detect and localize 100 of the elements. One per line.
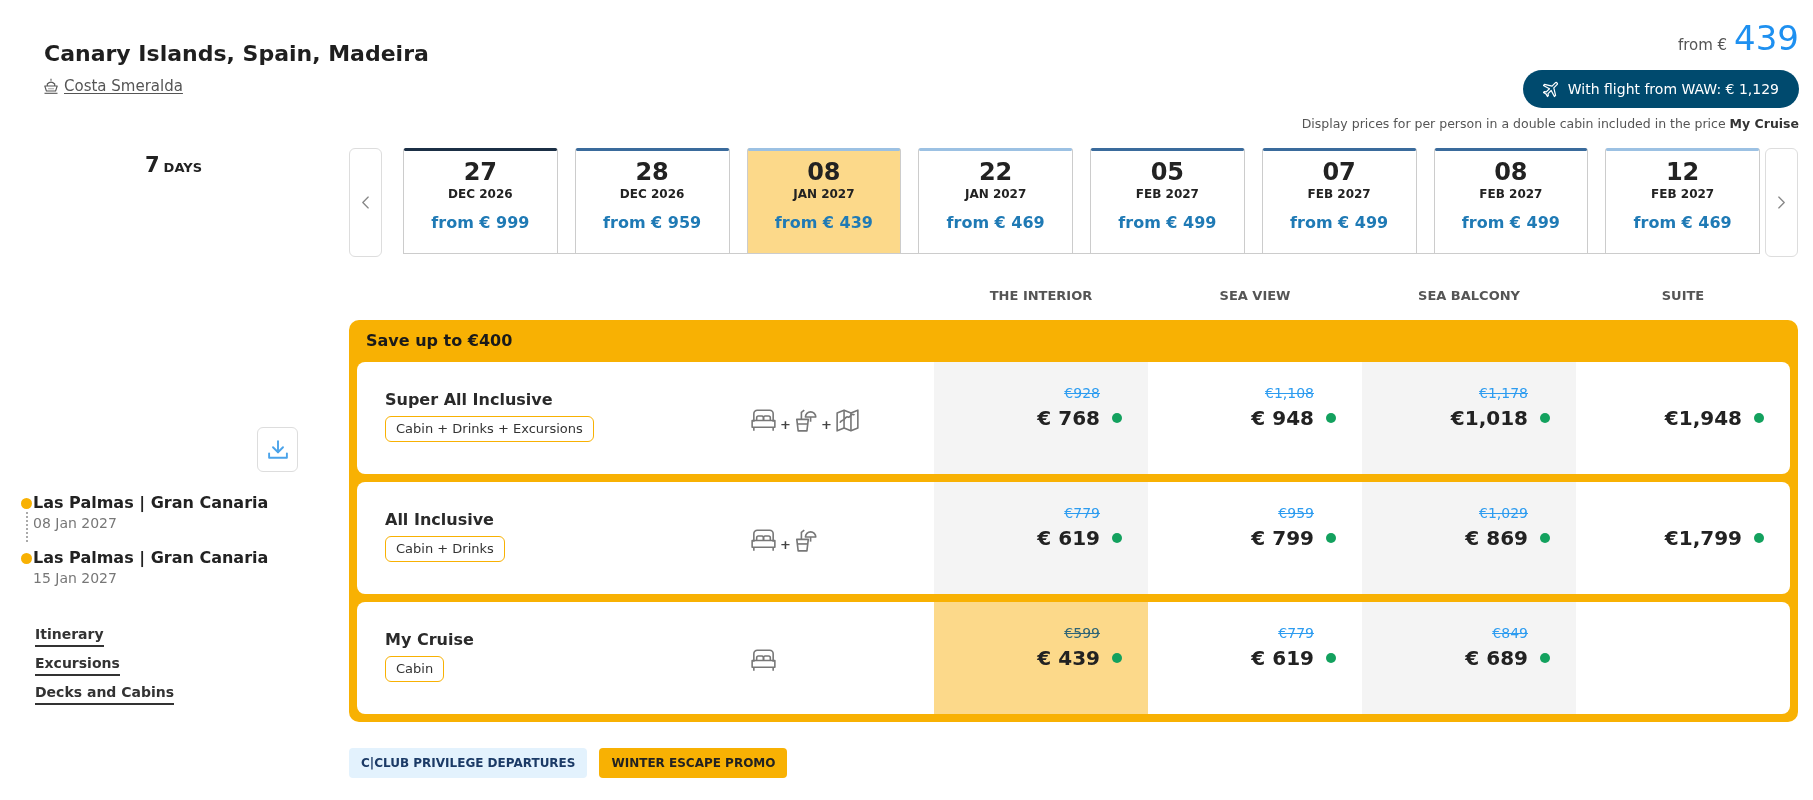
date-tab[interactable]: 28 DEC 2026 from € 959 bbox=[574, 148, 730, 253]
plane-icon bbox=[1542, 80, 1560, 98]
date-price: from € 959 bbox=[603, 212, 702, 234]
price-cell[interactable]: €779 € 619 bbox=[934, 482, 1148, 594]
route-connector bbox=[25, 512, 28, 542]
port-dot-icon bbox=[21, 553, 32, 564]
flight-button[interactable]: With flight from WAW: € 1,129 bbox=[1522, 70, 1799, 108]
price-cell[interactable]: €1,799 bbox=[1576, 482, 1790, 594]
price-cell[interactable]: €1,029 € 869 bbox=[1362, 482, 1576, 594]
section-link[interactable]: Excursions bbox=[35, 654, 120, 676]
date-tab[interactable]: 08 JAN 2027 from € 439 bbox=[746, 148, 902, 253]
date-day: 22 bbox=[978, 158, 1013, 186]
price-cell[interactable]: €959 € 799 bbox=[1148, 482, 1362, 594]
plus-sign: + bbox=[820, 418, 832, 432]
date-day: 12 bbox=[1665, 158, 1700, 186]
fare-price: € 689 bbox=[1465, 645, 1528, 672]
column-header: SEA BALCONY bbox=[1418, 287, 1520, 305]
date-price: from € 469 bbox=[1633, 212, 1732, 234]
port-name: Las Palmas | Gran Canaria bbox=[33, 548, 269, 568]
date-month: FEB 2027 bbox=[1135, 186, 1199, 202]
fare-includes-tag: Cabin + Drinks + Excursions bbox=[385, 416, 594, 442]
fare-price: € 768 bbox=[1037, 405, 1100, 432]
column-header: SUITE bbox=[1661, 287, 1705, 305]
column-header: SEA VIEW bbox=[1219, 287, 1291, 305]
port-date: 08 Jan 2027 bbox=[33, 514, 117, 533]
section-link[interactable]: Itinerary bbox=[35, 625, 104, 647]
price-cell[interactable]: €779 € 619 bbox=[1148, 602, 1362, 714]
date-day: 08 bbox=[807, 158, 841, 186]
date-tab[interactable]: 12 FEB 2027 from € 469 bbox=[1605, 148, 1760, 253]
drink-icon bbox=[794, 528, 817, 552]
date-month: FEB 2027 bbox=[1479, 186, 1543, 202]
date-tab[interactable]: 08 FEB 2027 from € 499 bbox=[1433, 148, 1589, 253]
ship-icon bbox=[44, 78, 58, 94]
club-tag: C|CLUB PRIVILEGE DEPARTURES bbox=[349, 748, 588, 778]
price-cell[interactable]: €1,108 € 948 bbox=[1148, 362, 1362, 474]
price-label: from € bbox=[1677, 35, 1728, 56]
fare-price: €1,948 bbox=[1664, 405, 1742, 432]
date-tab[interactable]: 27 DEC 2026 from € 999 bbox=[403, 148, 558, 253]
date-day: 07 bbox=[1322, 158, 1356, 186]
price-cell[interactable]: €599 € 439 bbox=[934, 602, 1148, 714]
price-cell[interactable]: €1,948 bbox=[1576, 362, 1790, 474]
fare-name: My Cruise bbox=[385, 629, 474, 651]
date-month: DEC 2026 bbox=[448, 186, 513, 202]
savings-title: Save up to €400 bbox=[366, 331, 513, 351]
duration-number: 7 bbox=[145, 152, 160, 178]
chevron-right-icon bbox=[1777, 195, 1786, 210]
fare-name: Super All Inclusive bbox=[385, 389, 553, 411]
ship-link[interactable]: Costa Smeralda bbox=[64, 76, 183, 96]
previous-button[interactable] bbox=[349, 148, 382, 257]
trip-title: Canary Islands, Spain, Madeira bbox=[44, 40, 429, 68]
date-month: JAN 2027 bbox=[964, 186, 1027, 202]
date-price: from € 439 bbox=[774, 212, 873, 234]
date-day: 27 bbox=[463, 158, 498, 186]
price-cell[interactable]: €1,178 €1,018 bbox=[1362, 362, 1576, 474]
date-day: 08 bbox=[1494, 158, 1528, 186]
section-link[interactable]: Decks and Cabins bbox=[35, 683, 175, 705]
port-name: Las Palmas | Gran Canaria bbox=[33, 493, 269, 513]
fare-name: All Inclusive bbox=[385, 509, 494, 531]
date-month: FEB 2027 bbox=[1307, 186, 1371, 202]
old-price: €849 bbox=[1492, 624, 1528, 643]
fare-price: €1,799 bbox=[1664, 525, 1742, 552]
column-header: THE INTERIOR bbox=[989, 287, 1093, 305]
old-price: €928 bbox=[1064, 384, 1100, 403]
price-note: Display prices for per person in a double cabin included in the price My Cruise bbox=[1301, 116, 1799, 132]
fare-price: € 619 bbox=[1037, 525, 1100, 552]
date-price: from € 469 bbox=[946, 212, 1045, 234]
next-button[interactable] bbox=[1765, 148, 1798, 257]
promo-tag: WINTER ESCAPE PROMO bbox=[599, 748, 788, 778]
drink-icon bbox=[794, 408, 817, 432]
chevron-left-icon bbox=[361, 195, 370, 210]
fare-price: €1,018 bbox=[1450, 405, 1528, 432]
date-tab[interactable]: 22 JAN 2027 from € 469 bbox=[918, 148, 1073, 253]
fare-price: € 948 bbox=[1251, 405, 1314, 432]
date-tab[interactable]: 07 FEB 2027 from € 499 bbox=[1261, 148, 1417, 253]
port-dot-icon bbox=[21, 498, 32, 509]
old-price: €1,178 bbox=[1479, 384, 1528, 403]
date-month: FEB 2027 bbox=[1651, 186, 1715, 202]
old-price: €779 bbox=[1064, 504, 1100, 523]
bed-icon bbox=[751, 408, 776, 432]
date-price: from € 999 bbox=[431, 212, 530, 234]
fare-price: € 869 bbox=[1465, 525, 1528, 552]
old-price: €1,029 bbox=[1479, 504, 1528, 523]
date-day: 28 bbox=[635, 158, 669, 186]
plus-sign: + bbox=[780, 418, 791, 432]
old-price: €599 bbox=[1064, 624, 1100, 643]
bed-icon bbox=[751, 528, 776, 552]
price-cell[interactable]: €928 € 768 bbox=[934, 362, 1148, 474]
price-amount: 439 bbox=[1734, 18, 1799, 58]
price-cell[interactable]: €849 € 689 bbox=[1362, 602, 1576, 714]
duration-unit: DAYS bbox=[163, 159, 202, 177]
date-month: DEC 2026 bbox=[619, 186, 685, 202]
map-icon bbox=[835, 408, 859, 432]
fare-includes-tag: Cabin bbox=[385, 656, 445, 682]
date-tab[interactable]: 05 FEB 2027 from € 499 bbox=[1090, 148, 1245, 253]
fare-price: € 439 bbox=[1037, 645, 1100, 672]
fare-price: € 799 bbox=[1251, 525, 1314, 552]
download-button[interactable] bbox=[257, 427, 298, 472]
fare-includes-tag: Cabin + Drinks bbox=[385, 536, 505, 562]
date-month: JAN 2027 bbox=[793, 186, 855, 202]
old-price: €1,108 bbox=[1265, 384, 1314, 403]
